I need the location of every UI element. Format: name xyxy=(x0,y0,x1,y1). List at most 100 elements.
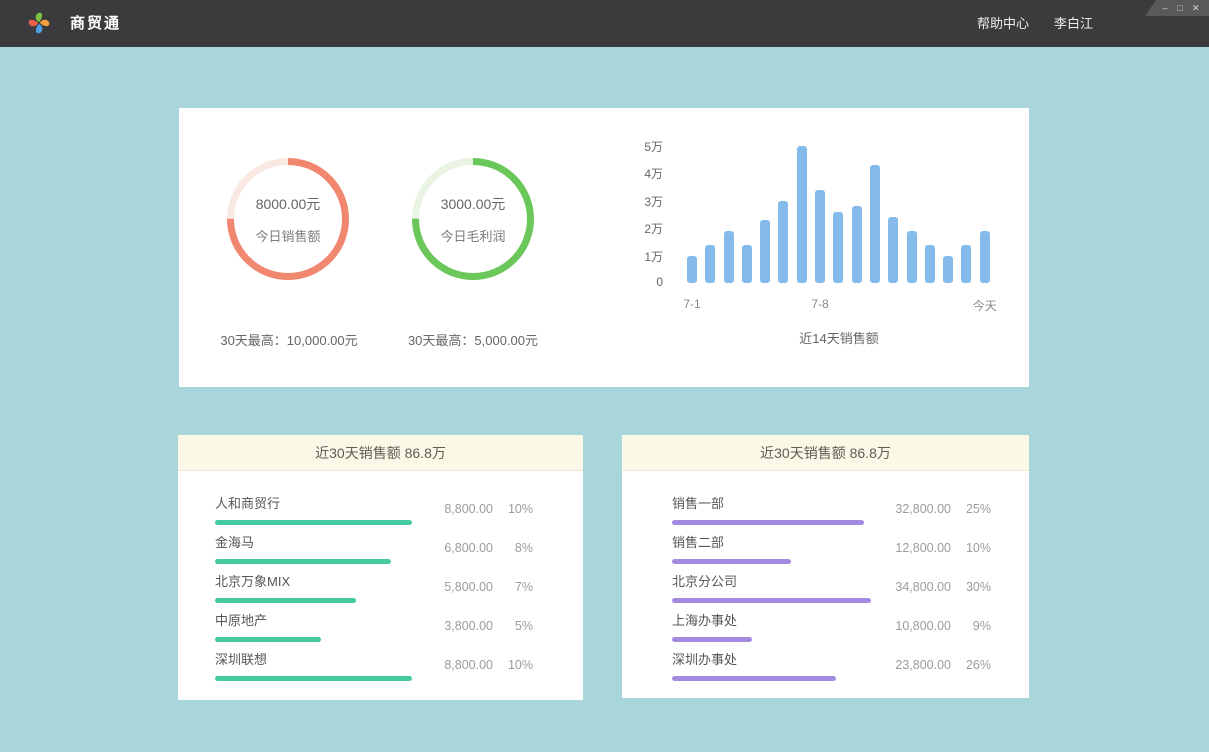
rank-row: 销售二部12,800.0010% xyxy=(672,528,991,567)
rank-row: 上海办事处10,800.00 9% xyxy=(672,606,991,645)
x-axis-tick: 7-1 xyxy=(683,297,700,311)
y-axis-tick: 0 xyxy=(656,275,663,289)
rank-row-name: 销售二部 xyxy=(672,532,884,551)
y-axis-tick: 3万 xyxy=(644,193,663,210)
rank-row: 北京分公司34,800.00 30% xyxy=(672,567,991,606)
today-sales-value: 8000.00元 xyxy=(256,194,321,214)
department-rank-card-title: 近30天销售额 86.8万 xyxy=(622,435,1029,471)
rank-row-bar xyxy=(672,559,791,564)
rank-row-bar xyxy=(672,637,752,642)
today-sales-label: 今日销售额 xyxy=(255,226,320,245)
help-center-link[interactable]: 帮助中心 xyxy=(977,0,1029,47)
overview-card: 8000.00元 今日销售额 30天最高：10,000.00元 3000.00元… xyxy=(179,108,1029,387)
daily-sales-bars xyxy=(687,145,991,283)
rank-row-bar xyxy=(215,598,356,603)
rank-row-bar xyxy=(672,676,836,681)
rank-row-percent: 10% xyxy=(499,658,533,672)
rank-row-bar xyxy=(215,676,412,681)
rank-row: 销售一部32,800.00 25% xyxy=(672,489,991,528)
sales-bar xyxy=(925,245,935,284)
rank-row-amount: 8,800.00 xyxy=(427,658,493,672)
rank-row-percent: 26% xyxy=(957,658,991,672)
sales-bar xyxy=(907,231,917,283)
donut-center-text: 8000.00元 今日销售额 xyxy=(227,158,349,280)
today-sales-donut: 8000.00元 今日销售额 xyxy=(227,158,349,280)
daily-sales-yaxis: 0 1万 2万 3万 4万 5万 xyxy=(609,108,663,287)
customer-sales-rank-card: 近30天销售额 86.8万 人和商贸行8,800.0010%金海马6,800.0… xyxy=(178,435,583,700)
sales-bar xyxy=(760,220,770,283)
sales-bar xyxy=(687,256,697,284)
today-profit-donut: 3000.00元 今日毛利润 xyxy=(412,158,534,280)
sales-bar xyxy=(980,231,990,283)
rank-row: 金海马6,800.00 8% xyxy=(215,528,533,567)
daily-sales-xaxis: 7-17-8今天 xyxy=(687,297,991,313)
rank-row-name: 人和商贸行 xyxy=(215,493,427,512)
rank-row-name: 北京万象MIX xyxy=(215,571,427,590)
today-profit-value: 3000.00元 xyxy=(441,194,506,214)
department-rank-rows: 销售一部32,800.0025%销售二部12,800.0010%北京分公司34,… xyxy=(622,471,1029,684)
rank-row-amount: 10,800.00 xyxy=(885,619,951,633)
y-axis-tick: 4万 xyxy=(644,165,663,182)
donut-center-text: 3000.00元 今日毛利润 xyxy=(412,158,534,280)
rank-row-percent: 30% xyxy=(957,580,991,594)
rank-row-percent: 5% xyxy=(499,619,533,633)
rank-row-amount: 23,800.00 xyxy=(885,658,951,672)
sales-bar xyxy=(778,201,788,284)
customer-rank-rows: 人和商贸行8,800.0010%金海马6,800.008%北京万象MIX5,80… xyxy=(178,471,583,684)
window-controls: – □ ✕ xyxy=(1145,0,1209,16)
rank-row-name: 金海马 xyxy=(215,532,427,551)
rank-row: 人和商贸行8,800.00 10% xyxy=(215,489,533,528)
rank-row-amount: 6,800.00 xyxy=(427,541,493,555)
customer-rank-card-title: 近30天销售额 86.8万 xyxy=(178,435,583,471)
rank-row: 北京万象MIX5,800.007% xyxy=(215,567,533,606)
daily-sales-chart-title: 近14天销售额 xyxy=(687,328,991,347)
rank-row-amount: 12,800.00 xyxy=(885,541,951,555)
rank-row-amount: 8,800.00 xyxy=(427,502,493,516)
rank-row-bar xyxy=(215,559,391,564)
rank-row-name: 深圳办事处 xyxy=(672,649,884,668)
sales-bar xyxy=(705,245,715,284)
app-logo-pinwheel-icon xyxy=(24,8,54,38)
rank-row: 深圳联想8,800.00 10% xyxy=(215,645,533,684)
rank-row-name: 上海办事处 xyxy=(672,610,884,629)
rank-row-percent: 25% xyxy=(957,502,991,516)
department-sales-rank-card: 近30天销售额 86.8万 销售一部32,800.00 25% 销售二部12,800… xyxy=(622,435,1029,698)
rank-row-percent: 8% xyxy=(499,541,533,555)
sales-bar xyxy=(815,190,825,284)
rank-row-amount: 34,800.00 xyxy=(885,580,951,594)
rank-row-name: 深圳联想 xyxy=(215,649,427,668)
rank-row-name: 中原地产 xyxy=(215,610,427,629)
close-icon[interactable]: ✕ xyxy=(1192,0,1200,16)
today-profit-30day-max: 30天最高：5,000.00元 xyxy=(363,330,583,349)
rank-row-bar xyxy=(672,598,871,603)
rank-row-bar xyxy=(672,520,864,525)
rank-row-bar xyxy=(215,637,321,642)
minimize-icon[interactable]: – xyxy=(1163,0,1168,16)
sales-bar xyxy=(797,146,807,284)
y-axis-tick: 1万 xyxy=(644,248,663,265)
rank-row-name: 销售一部 xyxy=(672,493,884,512)
x-axis-tick: 7-8 xyxy=(811,297,828,311)
today-profit-label: 今日毛利润 xyxy=(440,226,505,245)
sales-bar xyxy=(961,245,971,284)
y-axis-tick: 5万 xyxy=(644,138,663,155)
titlebar: 商贸通 帮助中心 李白江 – □ ✕ xyxy=(0,0,1209,47)
sales-bar xyxy=(888,217,898,283)
x-axis-tick: 今天 xyxy=(973,297,997,314)
maximize-icon[interactable]: □ xyxy=(1177,0,1182,16)
rank-row-name: 北京分公司 xyxy=(672,571,884,590)
rank-row-percent: 9% xyxy=(957,619,991,633)
rank-row-percent: 10% xyxy=(499,502,533,516)
sales-bar xyxy=(852,206,862,283)
y-axis-tick: 2万 xyxy=(644,220,663,237)
sales-bar xyxy=(833,212,843,284)
sales-bar xyxy=(724,231,734,283)
app-title: 商贸通 xyxy=(70,0,121,47)
username-link[interactable]: 李白江 xyxy=(1054,0,1093,47)
rank-row-amount: 32,800.00 xyxy=(885,502,951,516)
rank-row-amount: 3,800.00 xyxy=(427,619,493,633)
rank-row: 深圳办事处23,800.00 26% xyxy=(672,645,991,684)
sales-bar xyxy=(943,256,953,284)
rank-row-bar xyxy=(215,520,412,525)
sales-bar xyxy=(870,165,880,283)
